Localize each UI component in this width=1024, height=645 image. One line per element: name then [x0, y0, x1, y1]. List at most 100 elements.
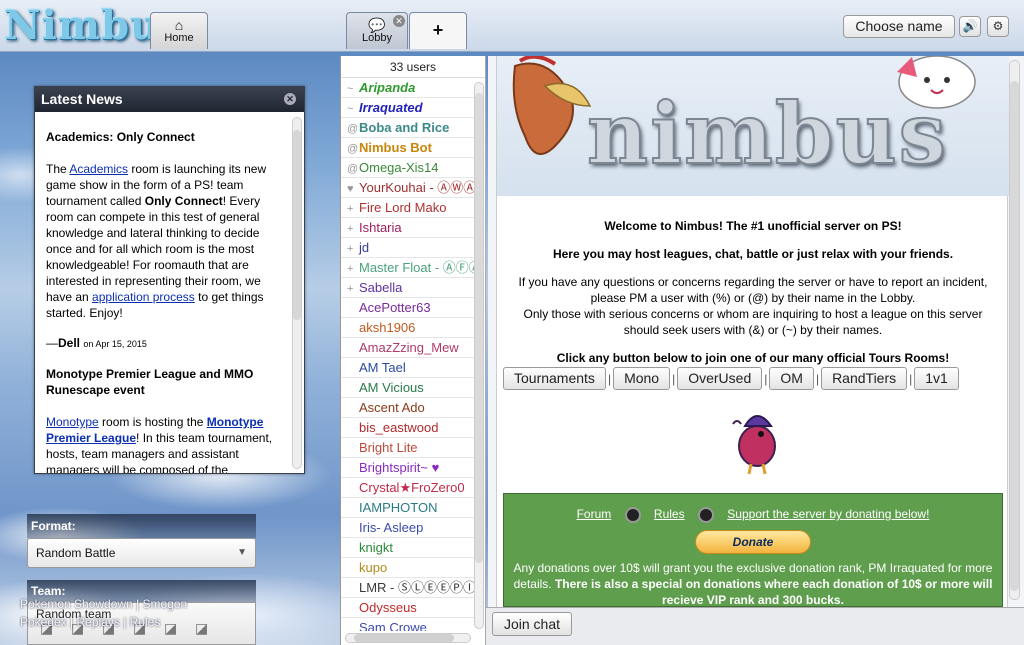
overused-button[interactable]: OverUsed: [677, 367, 763, 390]
news-byline: —Dell on Apr 15, 2015: [46, 336, 147, 350]
footer-link[interactable]: Replays: [77, 615, 120, 629]
home-icon: ⌂: [174, 17, 184, 33]
user-list-item[interactable]: Crystal★FroZero0: [341, 478, 474, 498]
welcome-line: Only those with serious concerns or whom…: [523, 307, 983, 337]
user-list-item[interactable]: @Omega-Xis14: [341, 158, 474, 178]
user-name: Fire Lord Mako: [359, 200, 447, 215]
user-list-items: ~ Aripanda ~ Irraquated @Boba and Rice @Nimbu…: [341, 78, 474, 631]
scroll-thumb[interactable]: [354, 634, 454, 642]
mono-button[interactable]: Mono: [613, 367, 671, 390]
news-text: room is hosting the: [98, 415, 207, 429]
footer-link[interactable]: Smogon: [143, 597, 188, 611]
monotype-link[interactable]: Monotype: [46, 415, 99, 429]
user-list-item[interactable]: @Nimbus Bot: [341, 138, 474, 158]
user-list-item[interactable]: AM Vicious: [341, 378, 474, 398]
join-chat-button[interactable]: Join chat: [492, 612, 572, 636]
tab-lobby[interactable]: 💬 Lobby ✕: [346, 12, 408, 49]
close-icon[interactable]: ✕: [284, 93, 296, 105]
user-rank: +: [347, 243, 354, 255]
application-link[interactable]: application process: [92, 290, 195, 304]
user-name: Ascent Ado: [359, 400, 425, 415]
user-rank: +: [347, 203, 354, 215]
user-list-item[interactable]: ♥ YourKouhai - ⒶⓌⒶ: [341, 178, 474, 198]
user-list-item[interactable]: LMR - ⓈⓁⒺⒺⓅⒾⓃ: [341, 578, 474, 598]
news-text: ! Every room can compete in this test of…: [46, 194, 261, 304]
pokeball-icon: [624, 506, 641, 523]
academics-link[interactable]: Academics: [69, 162, 128, 176]
user-name: kupo: [359, 560, 388, 575]
user-list: 33 users ~ Aripanda ~ Irraquated @Boba and R…: [340, 56, 486, 645]
news-paragraph: The Academics room is launching its new …: [46, 161, 279, 321]
user-list-item[interactable]: AcePotter63: [341, 298, 474, 318]
user-name: AM Vicious: [359, 380, 424, 395]
support-link[interactable]: Support the server by donating below!: [727, 507, 929, 521]
user-list-item[interactable]: + Master Float - ⒶⒻⒶ: [341, 258, 474, 278]
user-list-item[interactable]: Odysseus: [341, 598, 474, 618]
user-name: Crystal★FroZero0: [359, 480, 465, 495]
user-list-item[interactable]: ~ Aripanda: [341, 78, 474, 98]
user-list-item[interactable]: kupo: [341, 558, 474, 578]
user-name: knigkt: [359, 540, 393, 555]
user-list-item[interactable]: @Boba and Rice: [341, 118, 474, 138]
1v1-button[interactable]: 1v1: [914, 367, 959, 390]
user-name: Master Float - ⒶⒻⒶ: [359, 260, 474, 275]
user-list-item[interactable]: Bright Lite: [341, 438, 474, 458]
user-list-scrollbar[interactable]: [474, 82, 484, 629]
welcome-line: Welcome to Nimbus! The #1 unofficial ser…: [604, 219, 902, 233]
lobby-room: nimbus Welcome to Nimbus! The #1 unoffic…: [488, 56, 1024, 607]
news-scrollbar[interactable]: [292, 117, 302, 469]
scroll-thumb[interactable]: [293, 130, 301, 320]
welcome-line: If you have any questions or concerns re…: [518, 275, 988, 305]
togekiss-sprite-icon: [897, 56, 976, 109]
user-list-item[interactable]: aksh1906: [341, 318, 474, 338]
user-list-item[interactable]: IAMPHOTON: [341, 498, 474, 518]
gear-icon[interactable]: ⚙: [987, 16, 1009, 37]
forum-link[interactable]: Forum: [577, 507, 612, 521]
room-content: nimbus Welcome to Nimbus! The #1 unoffic…: [496, 56, 1009, 607]
user-rank: +: [347, 223, 354, 235]
user-list-item[interactable]: + jd: [341, 238, 474, 258]
welcome-message: Welcome to Nimbus! The #1 unofficial ser…: [497, 206, 1009, 366]
user-list-item[interactable]: Ascent Ado: [341, 398, 474, 418]
user-name: aksh1906: [359, 320, 416, 335]
randtiers-button[interactable]: RandTiers: [821, 367, 908, 390]
paypal-donate-button[interactable]: Donate: [695, 530, 811, 554]
format-select[interactable]: Random Battle ▼: [27, 538, 256, 568]
separator: |: [815, 372, 820, 386]
footer-link[interactable]: Pokedex: [20, 615, 67, 629]
user-list-item[interactable]: + Ishtaria: [341, 218, 474, 238]
news-panel: Latest News ✕ Academics: Only Connect Th…: [34, 86, 305, 474]
tab-home[interactable]: ⌂ Home: [150, 12, 208, 49]
tab-new-room[interactable]: +: [409, 12, 467, 49]
scroll-thumb[interactable]: [1010, 81, 1019, 591]
format-value: Random Battle: [36, 546, 116, 560]
user-list-item[interactable]: ~ Irraquated: [341, 98, 474, 118]
user-list-item[interactable]: Iris- Asleep: [341, 518, 474, 538]
close-icon[interactable]: ✕: [393, 15, 405, 27]
user-list-item[interactable]: + Sabella: [341, 278, 474, 298]
footer-link[interactable]: Rules: [130, 615, 161, 629]
om-button[interactable]: OM: [769, 367, 814, 390]
user-count: 33 users: [341, 56, 485, 78]
footer-link[interactable]: Pokemon Showdown: [20, 597, 133, 611]
choose-name-button[interactable]: Choose name: [843, 15, 955, 38]
pokeball-icon: [697, 506, 714, 523]
user-name: AM Tael: [359, 360, 406, 375]
user-list-item[interactable]: Brightspirit~ ♥: [341, 458, 474, 478]
speaker-icon[interactable]: 🔊: [959, 16, 981, 37]
user-list-item[interactable]: + Fire Lord Mako: [341, 198, 474, 218]
rules-link[interactable]: Rules: [654, 507, 685, 521]
user-name: Odysseus: [359, 600, 417, 615]
user-list-item[interactable]: AmazZzing_Mew: [341, 338, 474, 358]
user-list-item[interactable]: AM Tael: [341, 358, 474, 378]
user-list-hscrollbar[interactable]: [345, 633, 471, 643]
user-list-item[interactable]: knigkt: [341, 538, 474, 558]
user-name: Brightspirit~ ♥: [359, 460, 440, 475]
user-list-item[interactable]: Sam Crowe: [341, 618, 474, 631]
user-name: Ishtaria: [359, 220, 402, 235]
user-list-item[interactable]: bis_eastwood: [341, 418, 474, 438]
user-name: YourKouhai - ⒶⓌⒶ: [359, 180, 474, 195]
scroll-thumb[interactable]: [475, 93, 483, 563]
room-scrollbar[interactable]: [1009, 60, 1020, 600]
tournaments-button[interactable]: Tournaments: [503, 367, 606, 390]
